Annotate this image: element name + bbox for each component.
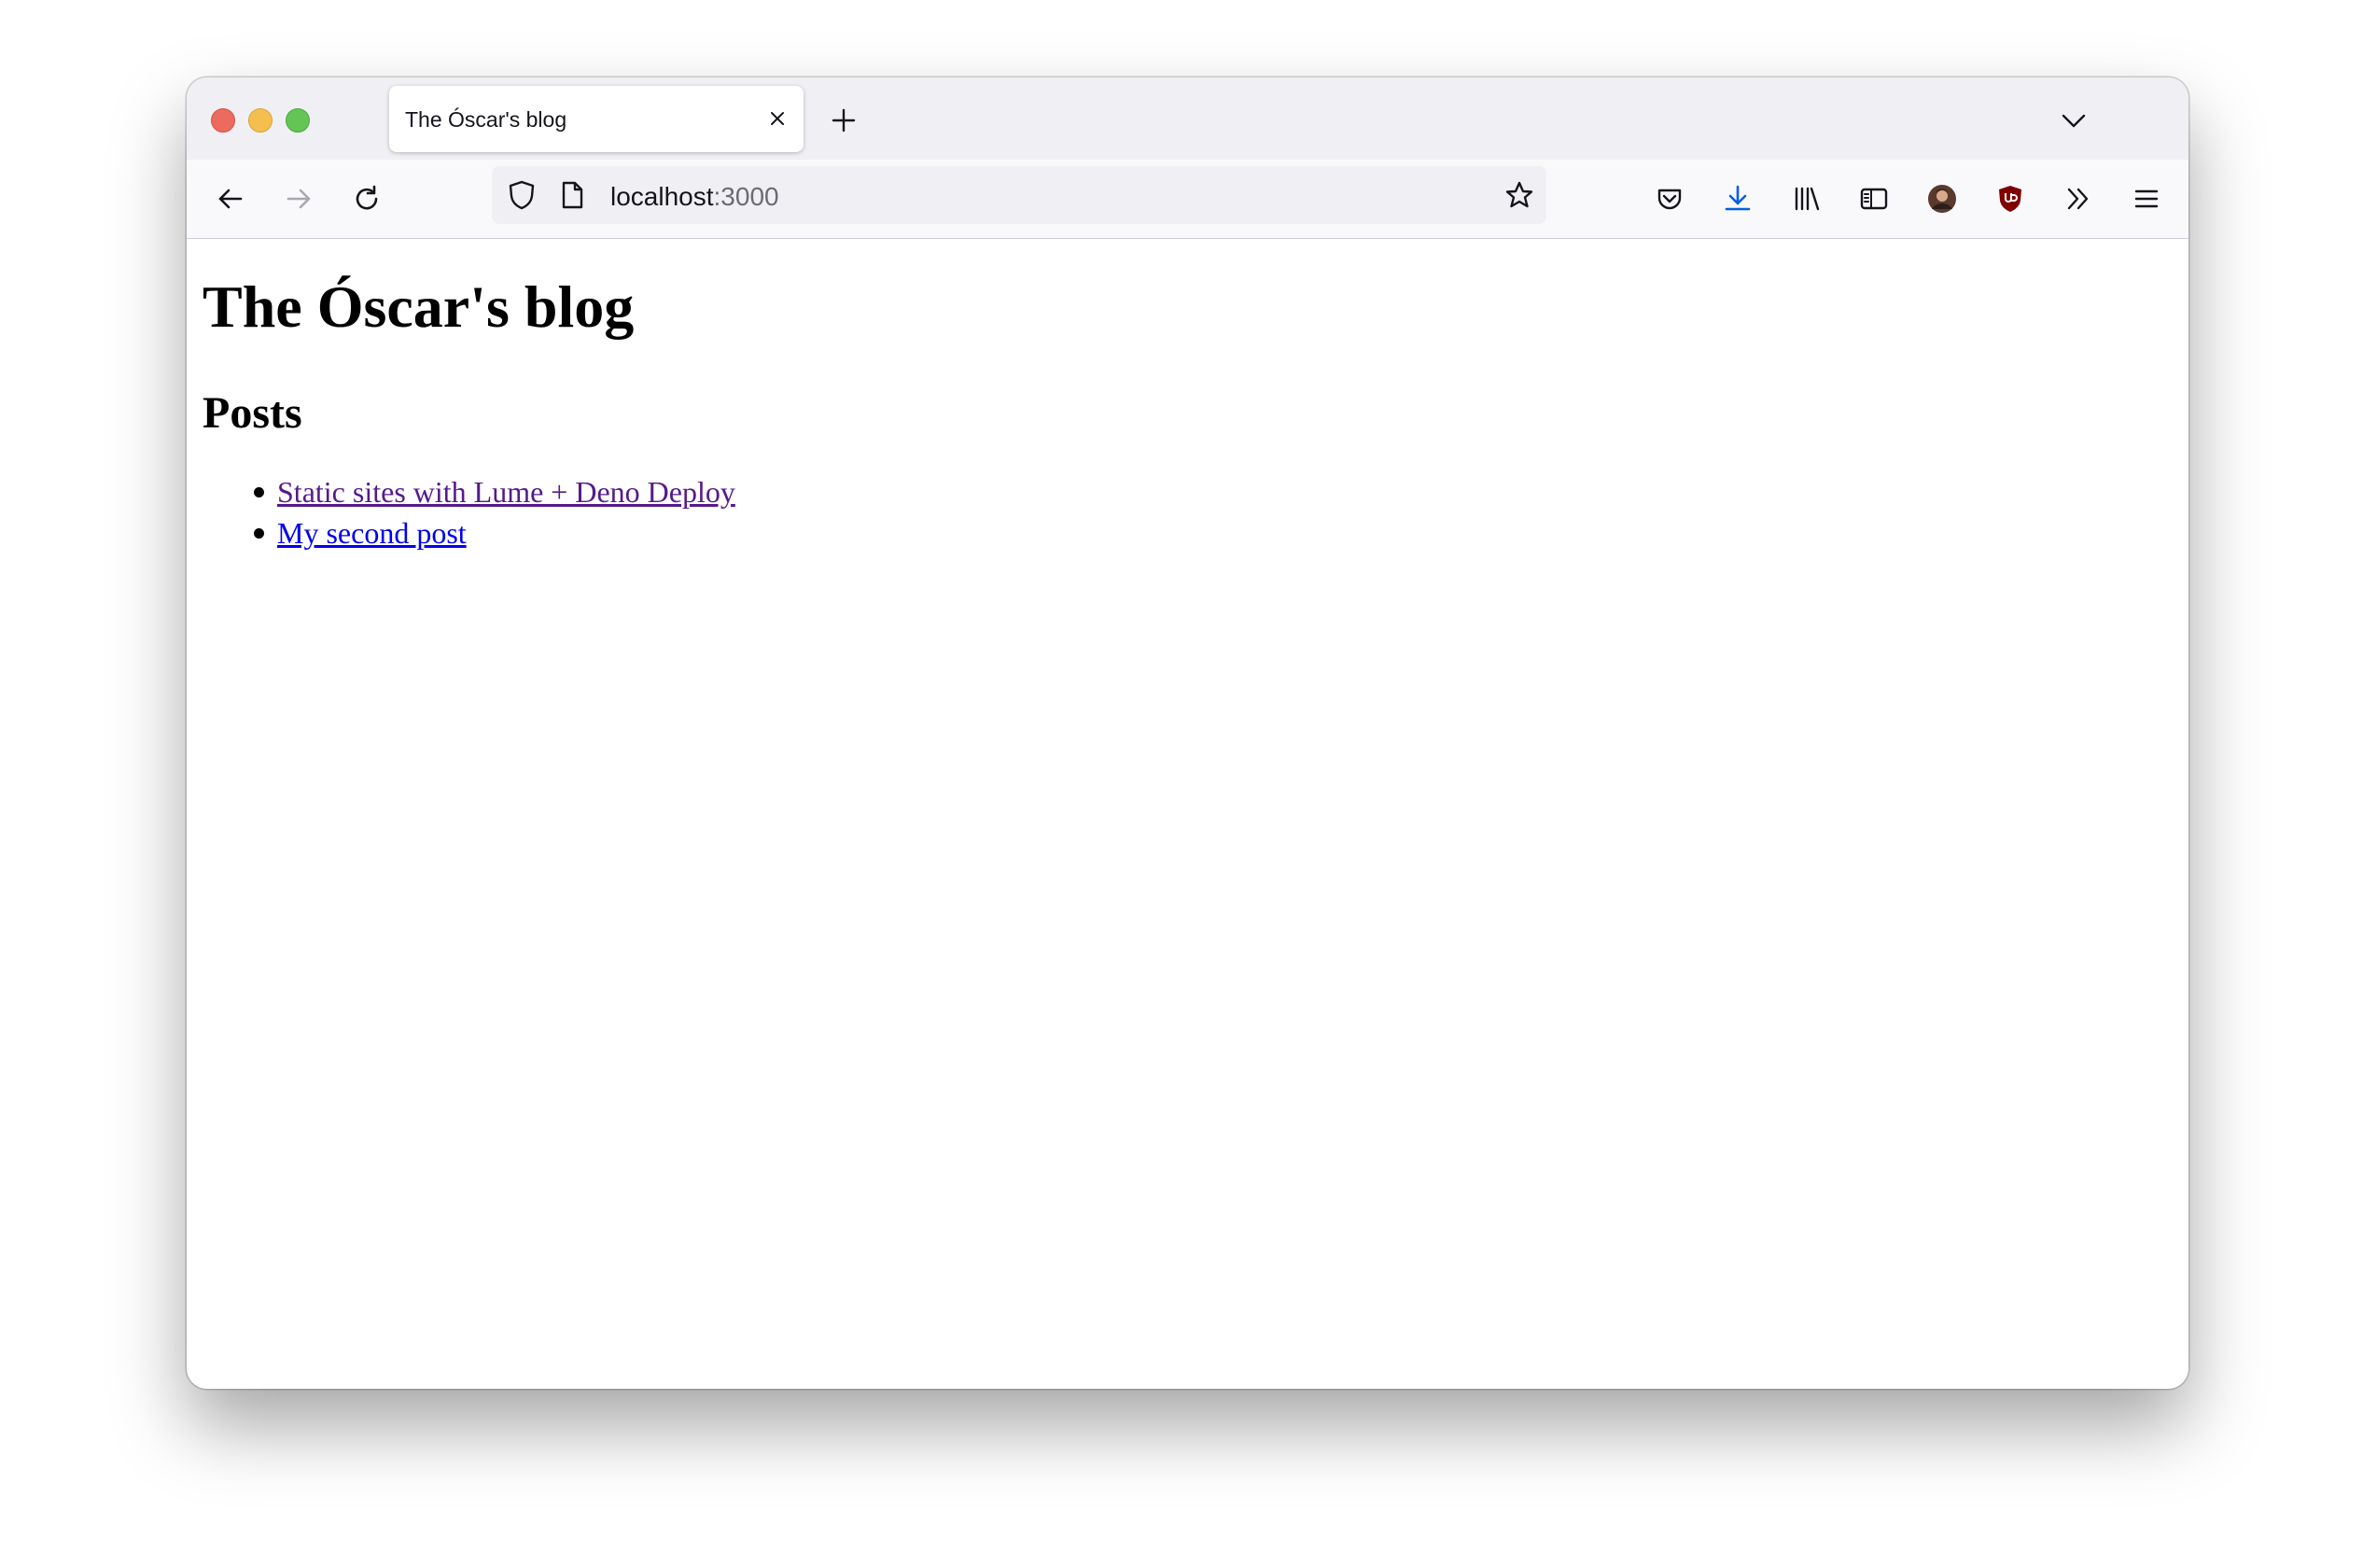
new-tab-icon[interactable]: [829, 105, 859, 135]
tab-title: The Óscar's blog: [405, 107, 567, 132]
window-maximize-button[interactable]: [286, 108, 310, 133]
pocket-icon[interactable]: [1654, 183, 1685, 215]
browser-window: The Óscar's blog localhost:3000 The Ósca…: [187, 77, 2188, 1389]
url-port: :3000: [713, 182, 779, 211]
forward-icon[interactable]: [283, 183, 315, 215]
account-avatar-icon[interactable]: [1926, 183, 1958, 215]
reload-icon[interactable]: [351, 183, 383, 215]
window-minimize-button[interactable]: [248, 108, 273, 133]
bookmark-star-icon[interactable]: [1503, 179, 1535, 211]
page-content: The Óscar's blog Posts Static sites with…: [187, 240, 2188, 1389]
page-title: The Óscar's blog: [203, 273, 635, 340]
page-info-icon[interactable]: [556, 179, 588, 211]
url-bar[interactable]: localhost:3000: [492, 166, 1546, 224]
ublock-origin-icon[interactable]: [1994, 183, 2026, 215]
sidebar-icon[interactable]: [1858, 183, 1890, 215]
back-icon[interactable]: [215, 183, 246, 215]
tracking-protection-shield-icon[interactable]: [506, 179, 538, 211]
section-heading: Posts: [203, 388, 302, 438]
post-link-1[interactable]: Static sites with Lume + Deno Deploy: [277, 475, 735, 509]
library-icon[interactable]: [1790, 183, 1822, 215]
tab-close-icon[interactable]: [766, 107, 789, 130]
tab-strip: The Óscar's blog: [187, 77, 2188, 160]
url-text[interactable]: localhost:3000: [610, 182, 779, 212]
post-link-2[interactable]: My second post: [277, 516, 467, 550]
url-host: localhost: [610, 182, 714, 211]
downloads-icon[interactable]: [1722, 183, 1754, 215]
menu-icon[interactable]: [2131, 183, 2162, 215]
more-tools-chevron-icon[interactable]: [2062, 183, 2094, 215]
list-item: Static sites with Lume + Deno Deploy: [203, 471, 735, 512]
list-all-tabs-icon[interactable]: [2059, 105, 2089, 135]
window-close-button[interactable]: [211, 108, 235, 133]
tab-active[interactable]: The Óscar's blog: [389, 86, 804, 152]
list-item: My second post: [203, 512, 735, 553]
bullet: [254, 487, 264, 497]
post-list: Static sites with Lume + Deno Deploy My …: [203, 471, 735, 553]
bullet: [254, 528, 264, 539]
